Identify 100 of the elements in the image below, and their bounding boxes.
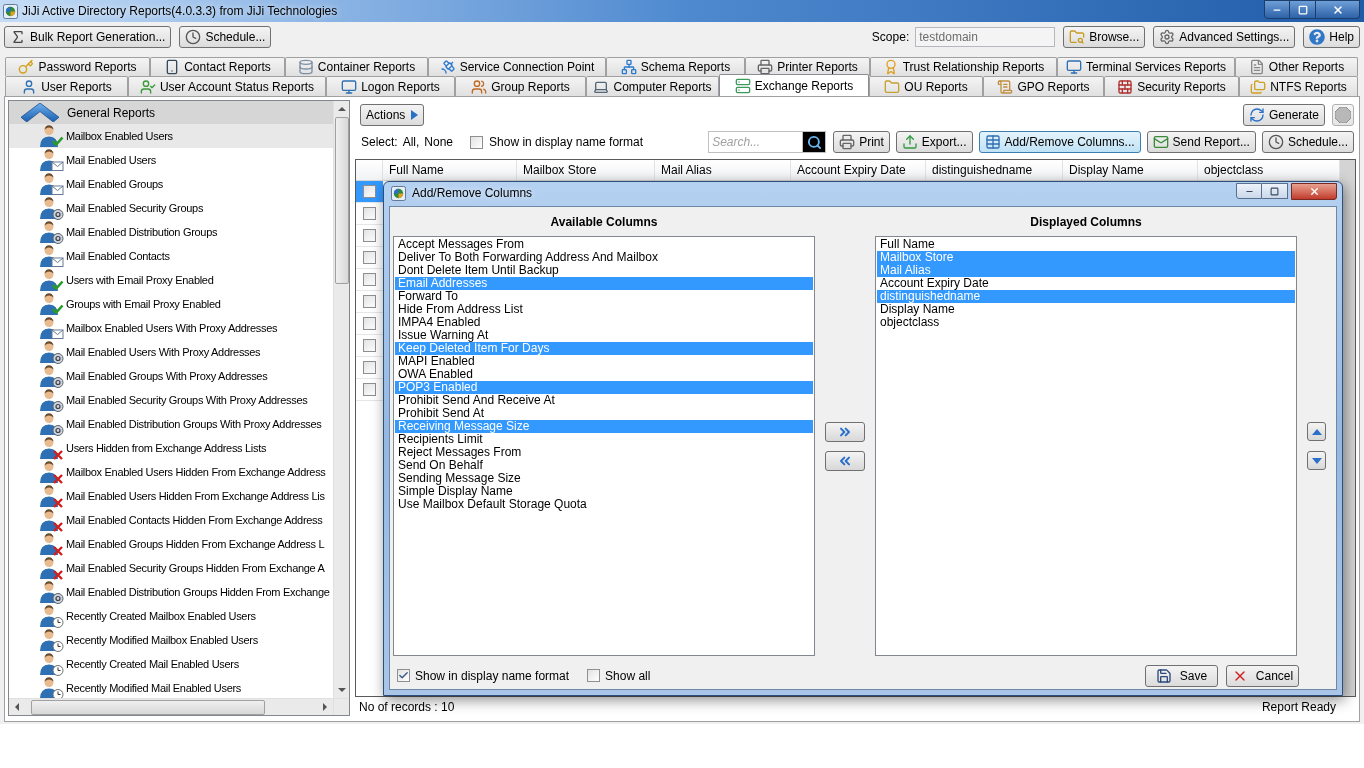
row-select-cell[interactable] bbox=[356, 181, 383, 203]
list-heading: Available Columns bbox=[549, 213, 659, 231]
checkbox[interactable] bbox=[587, 669, 601, 682]
row-checkbox[interactable] bbox=[363, 383, 376, 396]
tab[interactable]: Trust Relationship Reports bbox=[870, 57, 1057, 76]
row-checkbox[interactable] bbox=[363, 361, 376, 374]
column-header[interactable]: Display Name bbox=[1063, 160, 1198, 180]
tab[interactable]: User Account Status Reports bbox=[128, 76, 326, 96]
tab[interactable]: Contact Reports bbox=[150, 57, 285, 76]
stop-button[interactable] bbox=[1332, 104, 1354, 126]
maximize-button[interactable] bbox=[1290, 0, 1316, 19]
toolbar-button[interactable]: Bulk Report Generation... bbox=[4, 26, 172, 48]
row-checkbox[interactable] bbox=[363, 273, 376, 286]
minimize-button[interactable] bbox=[1236, 183, 1262, 199]
checkbox[interactable] bbox=[470, 135, 484, 149]
search-field[interactable]: Search... bbox=[708, 131, 803, 153]
caret-right-icon bbox=[411, 110, 419, 120]
tab[interactable]: Printer Reports bbox=[745, 57, 870, 76]
group-header[interactable]: General Reports bbox=[9, 101, 333, 124]
row-checkbox[interactable] bbox=[363, 207, 376, 220]
minimize-button[interactable] bbox=[1264, 0, 1290, 19]
add-column-button[interactable] bbox=[825, 421, 865, 442]
remove-column-button[interactable] bbox=[825, 450, 865, 471]
sidebar-item[interactable]: Mailbox Enabled Users bbox=[9, 124, 333, 148]
row-checkbox[interactable] bbox=[363, 185, 376, 198]
row-checkbox[interactable] bbox=[363, 251, 376, 264]
user-at-icon bbox=[38, 580, 64, 604]
horizontal-scrollbar[interactable] bbox=[9, 698, 333, 715]
move-up-button[interactable] bbox=[1307, 422, 1326, 441]
column-header[interactable]: Mailbox Store bbox=[517, 160, 655, 180]
actions-button[interactable]: Actions bbox=[360, 104, 425, 126]
row-checkbox[interactable] bbox=[363, 295, 376, 308]
column-header[interactable]: distinguishedname bbox=[926, 160, 1063, 180]
checkbox[interactable] bbox=[397, 669, 410, 682]
report-button[interactable]: Print bbox=[833, 131, 890, 153]
move-down-button[interactable] bbox=[1307, 451, 1326, 470]
row-checkbox[interactable] bbox=[363, 317, 376, 330]
tab[interactable]: Logon Reports bbox=[326, 76, 455, 96]
tab[interactable]: User Reports bbox=[5, 76, 128, 96]
user-at-icon bbox=[38, 340, 64, 364]
stop-icon bbox=[1335, 107, 1351, 123]
tab[interactable]: Group Reports bbox=[455, 76, 586, 96]
toolbar-button[interactable]: Help bbox=[1303, 26, 1360, 48]
column-list[interactable] bbox=[393, 236, 815, 656]
tab[interactable]: Exchange Reports bbox=[719, 74, 869, 96]
tab[interactable]: Computer Reports bbox=[586, 76, 719, 96]
select-link[interactable]: None bbox=[424, 133, 454, 151]
user-mail-icon bbox=[38, 316, 64, 340]
close-button[interactable] bbox=[1316, 0, 1360, 19]
close-button[interactable] bbox=[1291, 183, 1337, 200]
row-checkbox[interactable] bbox=[363, 339, 376, 352]
satellite-icon bbox=[439, 59, 456, 75]
user-mail-icon bbox=[38, 172, 64, 196]
tab[interactable]: Terminal Services Reports bbox=[1057, 57, 1235, 76]
scrollbar-thumb[interactable] bbox=[334, 117, 349, 284]
checkbox-label: Show in display name format bbox=[489, 134, 644, 151]
tab[interactable]: Password Reports bbox=[5, 57, 150, 76]
scrollbar-thumb[interactable] bbox=[31, 699, 265, 715]
user-clock-icon bbox=[38, 628, 64, 652]
tab[interactable]: Other Reports bbox=[1235, 57, 1358, 76]
select-link[interactable]: All, bbox=[402, 133, 420, 151]
toolbar-button[interactable]: Advanced Settings... bbox=[1153, 26, 1296, 48]
tab[interactable]: NTFS Reports bbox=[1239, 76, 1358, 96]
triangle-up-icon bbox=[1311, 428, 1322, 435]
refresh-icon bbox=[1248, 107, 1265, 123]
printer-icon bbox=[757, 59, 774, 75]
monitor-icon bbox=[1065, 59, 1082, 75]
toolbar-button[interactable]: Browse... bbox=[1063, 26, 1146, 48]
dialog-button[interactable]: Cancel bbox=[1226, 664, 1299, 687]
vertical-scrollbar[interactable] bbox=[333, 101, 349, 698]
report-button[interactable]: Schedule... bbox=[1261, 131, 1354, 153]
column-header[interactable]: Account Expiry Date bbox=[791, 160, 926, 180]
tab[interactable]: OU Reports bbox=[869, 76, 983, 96]
tab[interactable]: Schema Reports bbox=[606, 57, 745, 76]
maximize-button[interactable] bbox=[1262, 183, 1288, 199]
report-button[interactable]: Send Report... bbox=[1146, 131, 1256, 153]
report-button[interactable]: Export... bbox=[895, 131, 973, 153]
maximize-icon bbox=[1270, 186, 1279, 196]
record-count: No of records : 10 bbox=[359, 698, 455, 716]
triangle-down-icon bbox=[1311, 457, 1322, 464]
user-at-icon bbox=[38, 388, 64, 412]
tab[interactable]: Security Reports bbox=[1104, 76, 1239, 96]
generate-button[interactable]: Generate bbox=[1242, 104, 1325, 126]
row-checkbox[interactable] bbox=[363, 229, 376, 242]
tab[interactable]: Container Reports bbox=[285, 57, 428, 76]
user-check-icon bbox=[38, 292, 64, 316]
user-at-icon bbox=[38, 220, 64, 244]
chevron-up-icon bbox=[21, 103, 59, 122]
report-button[interactable]: Add/Remove Columns... bbox=[978, 131, 1141, 153]
caret-right-icon bbox=[323, 703, 327, 711]
dialog-button[interactable]: Save bbox=[1145, 664, 1218, 687]
search-button[interactable] bbox=[802, 131, 827, 153]
tab[interactable]: Service Connection Point bbox=[428, 57, 606, 76]
tab[interactable]: GPO Reports bbox=[983, 76, 1104, 96]
user-cross-icon bbox=[38, 484, 64, 508]
column-header[interactable]: Full Name bbox=[383, 160, 517, 180]
column-header[interactable]: Mail Alias bbox=[655, 160, 791, 180]
scroll-icon bbox=[997, 78, 1014, 95]
column-list[interactable]: Full Name Mailbox Store Mail Alias Account Expiry Date distinguishedname Display Name objectclass bbox=[875, 236, 1297, 656]
toolbar-button[interactable]: Schedule... bbox=[179, 26, 272, 48]
